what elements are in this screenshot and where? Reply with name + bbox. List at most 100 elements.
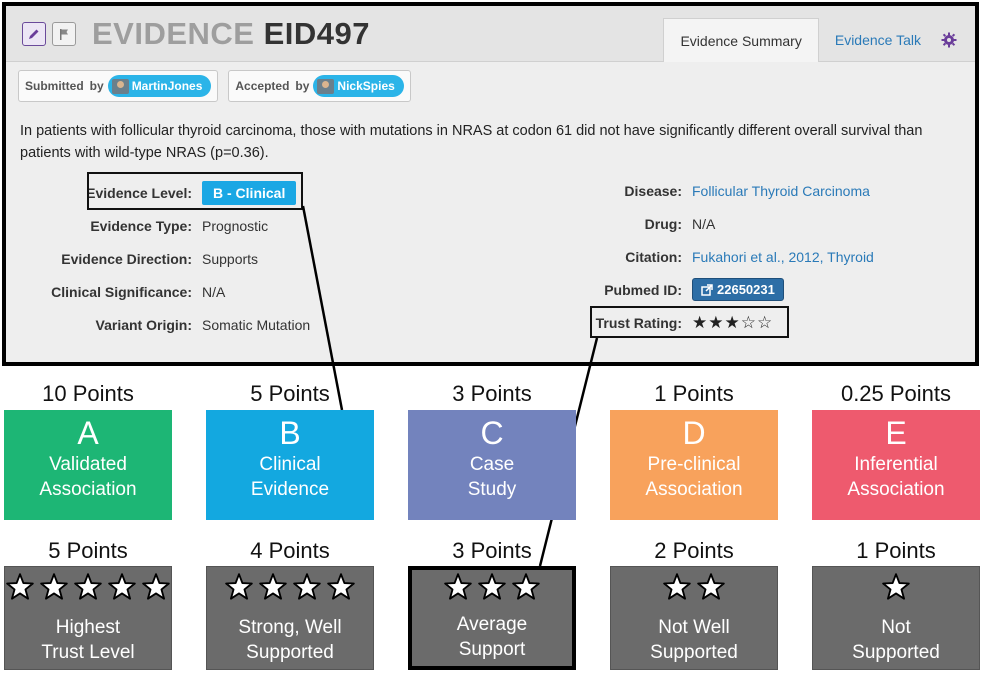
- field-key: Evidence Direction:: [61, 250, 192, 267]
- edit-icon: [29, 29, 39, 39]
- trust-level-points: 3 Points: [452, 538, 532, 563]
- external-link-icon: [701, 283, 713, 296]
- evidence-level-box-d: D Pre-clinical Association: [610, 410, 778, 520]
- accepted-label: Accepted: [235, 79, 290, 93]
- field-key: Clinical Significance:: [51, 283, 192, 300]
- citation-link[interactable]: Fukahori et al., 2012, Thyroid: [692, 249, 874, 265]
- evidence-level-description: Inferential Association: [812, 452, 980, 502]
- field-key: Citation:: [625, 248, 682, 265]
- star-icon: [6, 573, 34, 600]
- trust-level-stars: [207, 573, 373, 607]
- evidence-level-letter: D: [682, 415, 706, 451]
- field-pubmed-id: Pubmed ID: 22650231: [496, 273, 975, 306]
- evidence-level-description: Pre-clinical Association: [610, 452, 778, 502]
- fields-right: Disease: Follicular Thyroid Carcinoma Dr…: [496, 174, 975, 339]
- field-evidence-type: Evidence Type: Prognostic: [6, 209, 476, 242]
- evidence-level-points: 3 Points: [452, 381, 532, 406]
- star-icon: [108, 573, 136, 600]
- trust-level-box-5-star: Highest Trust Level: [4, 566, 172, 670]
- description-line: Inferential: [854, 454, 938, 475]
- field-disease: Disease: Follicular Thyroid Carcinoma: [496, 174, 975, 207]
- evidence-level-badge[interactable]: B - Clinical: [202, 180, 297, 205]
- field-key: Variant Origin:: [95, 316, 192, 333]
- title-tools: [22, 22, 76, 46]
- avatar: [111, 78, 129, 94]
- description-line: Validated: [49, 454, 127, 475]
- star-icon: [512, 573, 540, 600]
- flag-button[interactable]: [52, 22, 76, 46]
- evidence-level-points: 0.25 Points: [840, 381, 952, 406]
- field-key: Drug:: [644, 215, 682, 232]
- trust-level-description: Not Well Supported: [611, 615, 777, 665]
- field-value: Supports: [202, 250, 259, 267]
- trust-level-points: 5 Points: [48, 538, 128, 563]
- evidence-level-letter: C: [480, 415, 504, 451]
- field-citation: Citation: Fukahori et al., 2012, Thyroid: [496, 240, 975, 273]
- page-title-id: EID497: [263, 16, 371, 51]
- accepter-link[interactable]: NickSpies: [313, 75, 404, 97]
- disease-link[interactable]: Follicular Thyroid Carcinoma: [692, 183, 870, 199]
- field-key: Trust Rating:: [595, 314, 682, 331]
- description-line: Study: [467, 479, 517, 500]
- tab-evidence-summary[interactable]: Evidence Summary: [663, 18, 819, 62]
- field-evidence-level: Evidence Level: B - Clinical: [6, 176, 476, 209]
- description-line: Support: [458, 639, 526, 660]
- star-icon: [697, 573, 725, 600]
- field-value: N/A: [202, 283, 226, 300]
- evidence-level-box-a: A Validated Association: [4, 410, 172, 520]
- submitted-by: by: [89, 79, 104, 93]
- trust-level-stars: [412, 573, 572, 607]
- submitted-label: Submitted: [25, 79, 84, 93]
- field-value: N/A: [692, 215, 716, 232]
- description-line: Association: [39, 479, 137, 500]
- evidence-level-box-b: B Clinical Evidence: [206, 410, 374, 520]
- star-icon: [327, 573, 355, 600]
- evidence-level-description: Case Study: [408, 452, 576, 502]
- trust-level-box-3-star: Average Support: [408, 566, 576, 670]
- description-line: Association: [645, 479, 743, 500]
- star-icon: [478, 573, 506, 600]
- field-key: Pubmed ID:: [604, 281, 682, 298]
- field-value: Somatic Mutation: [202, 316, 311, 333]
- evidence-level-letter: B: [279, 415, 301, 451]
- trust-level-description: Not Supported: [813, 615, 979, 665]
- submitted-chip: Submitted by MartinJones: [18, 70, 219, 102]
- evidence-level-description: Clinical Evidence: [206, 452, 374, 502]
- description-line: Supported: [852, 642, 940, 663]
- description-line: Supported: [246, 642, 334, 663]
- evidence-level-letter: A: [77, 415, 99, 451]
- avatar: [317, 78, 335, 94]
- fields-left: Evidence Level: B - Clinical Evidence Ty…: [6, 176, 476, 341]
- star-icon: [225, 573, 253, 600]
- field-key: Evidence Level:: [86, 184, 192, 201]
- accepted-chip: Accepted by NickSpies: [228, 70, 411, 102]
- evidence-level-points: 5 Points: [250, 381, 330, 406]
- field-key: Evidence Type:: [90, 217, 192, 234]
- gear-icon: [941, 32, 957, 48]
- trust-level-stars: [813, 573, 979, 607]
- field-drug: Drug: N/A: [496, 207, 975, 240]
- evidence-panel: EVIDENCE EID497 Evidence Summary Evidenc…: [2, 2, 979, 366]
- tab-evidence-talk[interactable]: Evidence Talk: [819, 18, 937, 62]
- trust-level-box-4-star: Strong, Well Supported: [206, 566, 374, 670]
- description-line: Not Well: [658, 617, 730, 638]
- trust-level-stars: [611, 573, 777, 607]
- trust-level-points: 4 Points: [250, 538, 330, 563]
- evidence-level-letter: E: [885, 415, 907, 451]
- pubmed-button[interactable]: 22650231: [692, 278, 784, 301]
- settings-button[interactable]: [941, 18, 957, 62]
- star-icon: [142, 573, 170, 600]
- submitter-link[interactable]: MartinJones: [107, 75, 212, 97]
- field-trust-rating: Trust Rating: ★★★☆☆: [496, 306, 975, 339]
- field-clinical-significance: Clinical Significance: N/A: [6, 275, 476, 308]
- description-line: Trust Level: [41, 642, 135, 663]
- title-bar: EVIDENCE EID497 Evidence Summary Evidenc…: [6, 6, 975, 62]
- edit-button[interactable]: [22, 22, 46, 46]
- accepted-by: by: [295, 79, 310, 93]
- description-line: Highest: [55, 617, 121, 638]
- star-icon: [40, 573, 68, 600]
- trust-level-stars: [5, 573, 171, 607]
- trust-level-points: 2 Points: [654, 538, 734, 563]
- field-evidence-direction: Evidence Direction: Supports: [6, 242, 476, 275]
- pubmed-id: 22650231: [717, 282, 775, 297]
